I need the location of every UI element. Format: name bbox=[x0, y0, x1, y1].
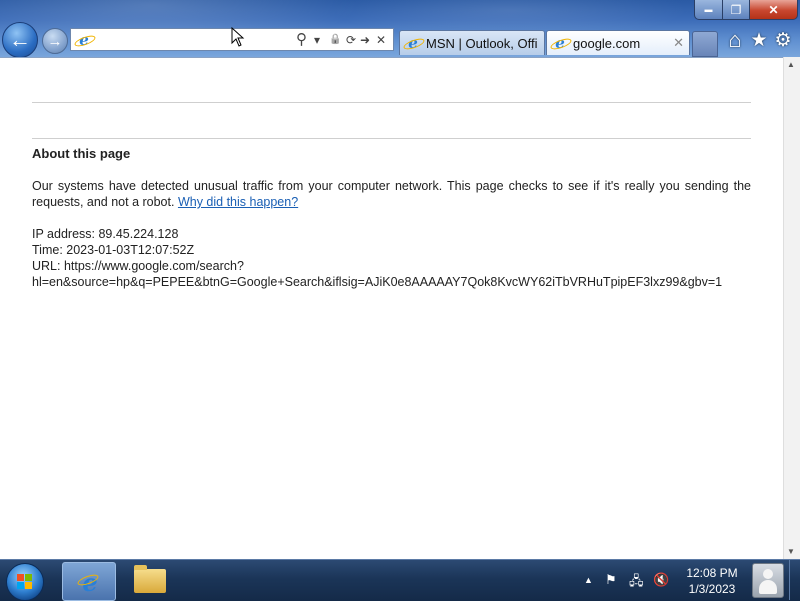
why-did-this-happen-link[interactable]: Why did this happen? bbox=[178, 195, 298, 209]
tab-msn[interactable]: e MSN | Outlook, Offi bbox=[399, 30, 545, 55]
forward-arrow-icon: → bbox=[47, 32, 63, 50]
user-avatar-icon[interactable] bbox=[752, 563, 784, 598]
action-center-flag-icon[interactable]: ⚑ bbox=[605, 572, 617, 588]
tab-title: MSN | Outlook, Offi bbox=[426, 35, 538, 51]
ie-tab-icon: e bbox=[552, 34, 568, 52]
ip-address-line: IP address: 89.45.224.128 bbox=[32, 227, 179, 241]
time-line: Time: 2023-01-03T12:07:52Z bbox=[32, 243, 195, 257]
refresh-icon[interactable]: ⟳ bbox=[346, 32, 356, 48]
scroll-up-icon[interactable]: ▲ bbox=[787, 60, 795, 69]
tab-google[interactable]: e google.com ✕ bbox=[546, 30, 690, 55]
back-button[interactable]: ← bbox=[2, 22, 38, 57]
forward-button[interactable]: → bbox=[42, 28, 68, 54]
start-button[interactable] bbox=[6, 563, 44, 601]
close-tab-icon[interactable]: ✕ bbox=[673, 35, 684, 51]
mouse-pointer-icon bbox=[231, 27, 245, 47]
maximize-icon: ❐ bbox=[730, 2, 742, 17]
url-line: URL: https://www.google.com/search? bbox=[32, 259, 244, 273]
message-text: Our systems have detected unusual traffi… bbox=[32, 179, 751, 209]
scroll-down-icon[interactable]: ▼ bbox=[787, 547, 795, 556]
stop-icon[interactable]: ✕ bbox=[376, 32, 386, 48]
unusual-traffic-message: Our systems have detected unusual traffi… bbox=[32, 178, 751, 210]
favorites-star-icon[interactable]: ★ bbox=[748, 29, 770, 51]
lock-icon[interactable]: 🔒 bbox=[329, 32, 341, 48]
folder-icon bbox=[134, 565, 166, 593]
browser-chrome: ▬ ❐ ✕ ← → e ⚲ ▾ 🔒 ⟳ ➜ ✕ e MSN | Outlook,… bbox=[0, 0, 800, 57]
address-input[interactable] bbox=[95, 31, 295, 48]
request-details: IP address: 89.45.224.128 Time: 2023-01-… bbox=[32, 226, 772, 290]
ie-icon: e bbox=[79, 568, 101, 597]
gear-icon[interactable]: ⚙ bbox=[772, 29, 794, 51]
ie-page-icon: e bbox=[76, 31, 92, 49]
show-desktop-button[interactable] bbox=[789, 560, 800, 600]
chevron-down-icon[interactable]: ▾ bbox=[314, 32, 320, 48]
tab-title: google.com bbox=[573, 35, 641, 51]
close-icon: ✕ bbox=[768, 2, 779, 17]
maximize-button[interactable]: ❐ bbox=[722, 0, 750, 20]
back-arrow-icon: ← bbox=[9, 27, 31, 52]
search-icon[interactable]: ⚲ bbox=[296, 32, 307, 48]
ie-tab-icon: e bbox=[405, 34, 421, 52]
show-hidden-icons-icon[interactable]: ▲ bbox=[584, 575, 593, 585]
page-heading: About this page bbox=[32, 146, 131, 161]
new-tab-button[interactable] bbox=[692, 31, 718, 57]
minimize-button[interactable]: ▬ bbox=[694, 0, 723, 20]
go-arrow-icon[interactable]: ➜ bbox=[360, 32, 370, 48]
vertical-scrollbar[interactable]: ▲ ▼ bbox=[783, 57, 800, 559]
page-viewport: About this page Our systems have detecte… bbox=[0, 57, 783, 560]
home-icon[interactable]: ⌂ bbox=[724, 27, 746, 52]
taskbar-file-explorer[interactable] bbox=[125, 562, 177, 599]
minimize-icon: ▬ bbox=[704, 5, 713, 14]
windows-logo-icon bbox=[17, 574, 33, 590]
close-window-button[interactable]: ✕ bbox=[749, 0, 798, 20]
network-icon[interactable]: 🖧 bbox=[629, 572, 644, 594]
clock-time: 12:08 PM bbox=[686, 566, 738, 580]
volume-muted-icon[interactable]: 🔇 bbox=[653, 572, 669, 588]
taskbar-internet-explorer[interactable]: e bbox=[62, 562, 116, 601]
system-clock[interactable]: 12:08 PM 1/3/2023 bbox=[676, 565, 748, 597]
divider bbox=[32, 138, 751, 139]
clock-date: 1/3/2023 bbox=[688, 582, 736, 596]
url-line-continued: hl=en&source=hp&q=PEPEE&btnG=Google+Sear… bbox=[32, 275, 723, 289]
divider bbox=[32, 102, 751, 103]
